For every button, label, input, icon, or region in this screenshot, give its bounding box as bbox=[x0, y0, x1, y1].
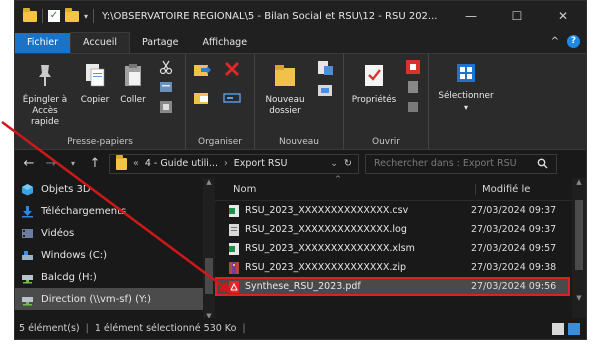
annotation-arrow bbox=[1, 120, 232, 293]
